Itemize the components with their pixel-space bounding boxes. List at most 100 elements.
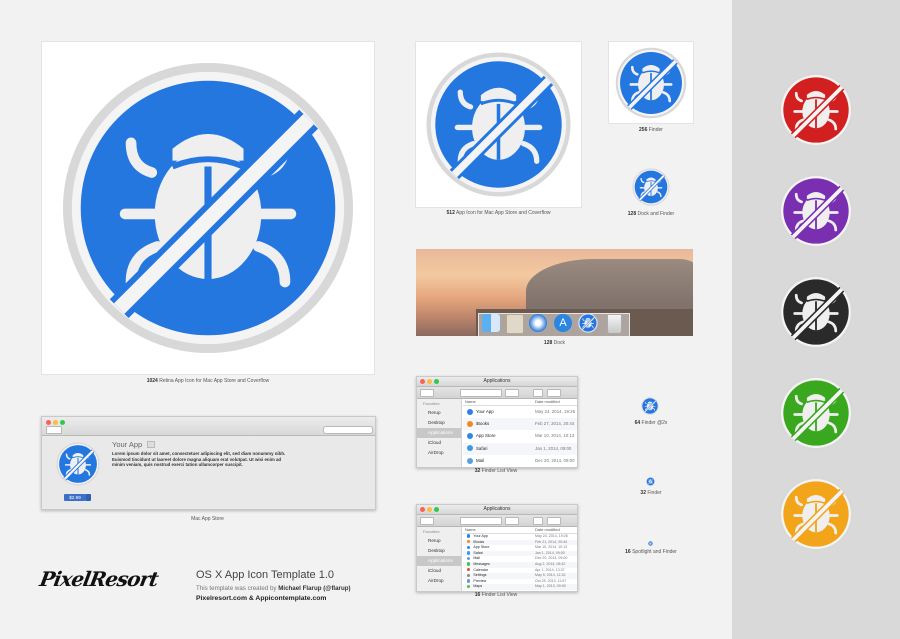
caption-64: 64 Finder @2x xyxy=(634,420,668,426)
share-button[interactable] xyxy=(533,517,543,525)
zoom-button[interactable] xyxy=(60,420,65,425)
calendar-app-icon xyxy=(467,567,471,572)
app-description: Lorem ipsum dolor sit amet, consectetuer… xyxy=(112,451,286,467)
share-button[interactable] xyxy=(533,389,543,397)
safari-app-icon xyxy=(467,551,471,555)
finder-dock-icon[interactable] xyxy=(482,314,500,332)
appstore-dock-icon[interactable]: A xyxy=(554,314,572,332)
list-item[interactable]: Safari Jan 1, 2014, 09:00 xyxy=(463,442,577,455)
caption-dock: 128 Dock xyxy=(543,340,566,346)
safari-app-icon xyxy=(467,445,473,452)
zoom-button[interactable] xyxy=(434,379,439,384)
sidebar: Favorites Rerup Desktop Applications iCl… xyxy=(417,399,462,467)
close-button[interactable] xyxy=(420,507,425,512)
minimize-button[interactable] xyxy=(53,420,58,425)
date-modified: Feb 27, 2014, 20:44 xyxy=(535,421,575,427)
column-headers: Name Date modified xyxy=(463,399,577,406)
contacts-dock-icon[interactable] xyxy=(506,314,524,334)
websites: Pixelresort.com & Appicontemplate.com xyxy=(196,595,327,602)
sidebar-item-applications[interactable]: Applications xyxy=(417,428,461,438)
sidebar-item-airdrop[interactable]: AirDrop xyxy=(417,448,461,458)
file-name: Safari xyxy=(473,550,483,555)
sidebar-item-airdrop[interactable]: AirDrop xyxy=(417,576,461,586)
tag-button[interactable] xyxy=(547,517,561,525)
minimize-button[interactable] xyxy=(427,507,432,512)
bug-icon xyxy=(641,397,659,415)
sidebar: Favorites Rerup Desktop Applications iCl… xyxy=(417,527,462,591)
caption-256: 256 Finder xyxy=(639,127,663,133)
view-switcher[interactable] xyxy=(460,517,502,525)
sidebar-header: Favorites xyxy=(423,529,440,534)
rating-badge xyxy=(147,441,155,448)
mail-app-icon xyxy=(467,556,471,561)
sidebar-item-rerup[interactable]: Rerup xyxy=(417,408,461,418)
price-dropdown-button[interactable] xyxy=(86,494,91,501)
app-store-app-icon xyxy=(467,545,471,549)
created-by-prefix: This template was created by xyxy=(196,585,279,592)
icon-512-frame xyxy=(416,42,581,207)
caption-128: 128 Dock and Finder xyxy=(627,211,675,217)
sidebar-item-desktop[interactable]: Desktop xyxy=(417,546,461,556)
caption-16-list: 16 Finder List View xyxy=(474,592,518,598)
list-item[interactable]: App Store Mar 10, 2014, 10:13 xyxy=(463,430,577,442)
sidebar-item-icloud[interactable]: iCloud xyxy=(417,566,461,576)
price-button[interactable]: $2.99 xyxy=(64,494,86,501)
file-name: Calendar xyxy=(473,567,488,572)
app-store-window: Your App Lorem ipsum dolor sit amet, con… xyxy=(41,416,376,510)
close-button[interactable] xyxy=(420,379,425,384)
file-name: iBooks xyxy=(476,421,490,427)
preview-app-icon xyxy=(467,579,471,583)
date-modified: May 1, 2013, 09:00 xyxy=(535,584,566,589)
back-forward-button[interactable] xyxy=(420,517,434,525)
trash-dock-icon[interactable] xyxy=(607,314,622,334)
sidebar-item-applications[interactable]: Applications xyxy=(417,556,461,566)
icon-256-frame xyxy=(609,42,693,123)
column-date[interactable]: Date modified xyxy=(535,527,560,533)
ibooks-app-icon xyxy=(467,539,471,544)
list-item[interactable]: Your App May 24, 2014, 19:26 xyxy=(463,406,577,418)
sidebar-item-icloud[interactable]: iCloud xyxy=(417,438,461,448)
zoom-button[interactable] xyxy=(434,507,439,512)
bug-icon xyxy=(778,274,854,350)
back-forward-button[interactable] xyxy=(46,426,62,434)
bug-icon xyxy=(778,476,854,552)
safari-dock-icon[interactable] xyxy=(529,314,547,332)
caption-1024: 1024 Retina App Icon for Mac App Store a… xyxy=(146,378,270,384)
arrange-button[interactable] xyxy=(505,517,519,525)
view-switcher[interactable] xyxy=(460,389,502,397)
messages-app-icon xyxy=(467,562,471,566)
list-item[interactable]: Maps May 1, 2013, 09:00 xyxy=(463,584,577,590)
file-name: Your App xyxy=(476,409,494,414)
arrange-button[interactable] xyxy=(505,389,519,397)
column-name[interactable]: Name xyxy=(465,527,476,533)
bug-icon xyxy=(615,47,687,119)
file-name: Safari xyxy=(476,445,488,451)
bug-icon xyxy=(632,168,670,206)
caption-32: 32 Finder xyxy=(640,490,662,496)
caption-16: 16 Spotlight and Finder xyxy=(625,549,677,555)
your-app-app-icon xyxy=(467,408,473,415)
title-bar: Applications xyxy=(417,377,577,387)
column-date[interactable]: Date modified xyxy=(535,399,560,405)
minimize-button[interactable] xyxy=(427,379,432,384)
close-button[interactable] xyxy=(46,420,51,425)
bug-icon xyxy=(778,72,854,148)
window-title: Applications xyxy=(483,506,511,512)
date-modified: Jan 1, 2014, 09:00 xyxy=(535,445,572,451)
column-name[interactable]: Name xyxy=(465,399,476,405)
your-app-app-icon xyxy=(467,534,471,538)
bug-icon xyxy=(778,173,854,249)
pixelresort-logo: PixelResort xyxy=(37,567,160,591)
back-forward-button[interactable] xyxy=(420,389,434,397)
list-item[interactable]: iBooks Feb 27, 2014, 20:44 xyxy=(463,418,577,431)
created-by: This template was created by Michael Fla… xyxy=(196,585,351,592)
list-item[interactable]: Mail Dec 20, 2014, 09:00 xyxy=(463,455,577,467)
tag-button[interactable] xyxy=(547,389,561,397)
sidebar-item-rerup[interactable]: Rerup xyxy=(417,536,461,546)
author-name: Michael Flarup (@flarup) xyxy=(278,585,351,592)
sidebar-item-desktop[interactable]: Desktop xyxy=(417,418,461,428)
file-name: Mail xyxy=(473,556,480,561)
dock-preview: A xyxy=(416,249,693,336)
bug-icon[interactable] xyxy=(578,313,598,333)
search-input[interactable] xyxy=(323,426,373,434)
